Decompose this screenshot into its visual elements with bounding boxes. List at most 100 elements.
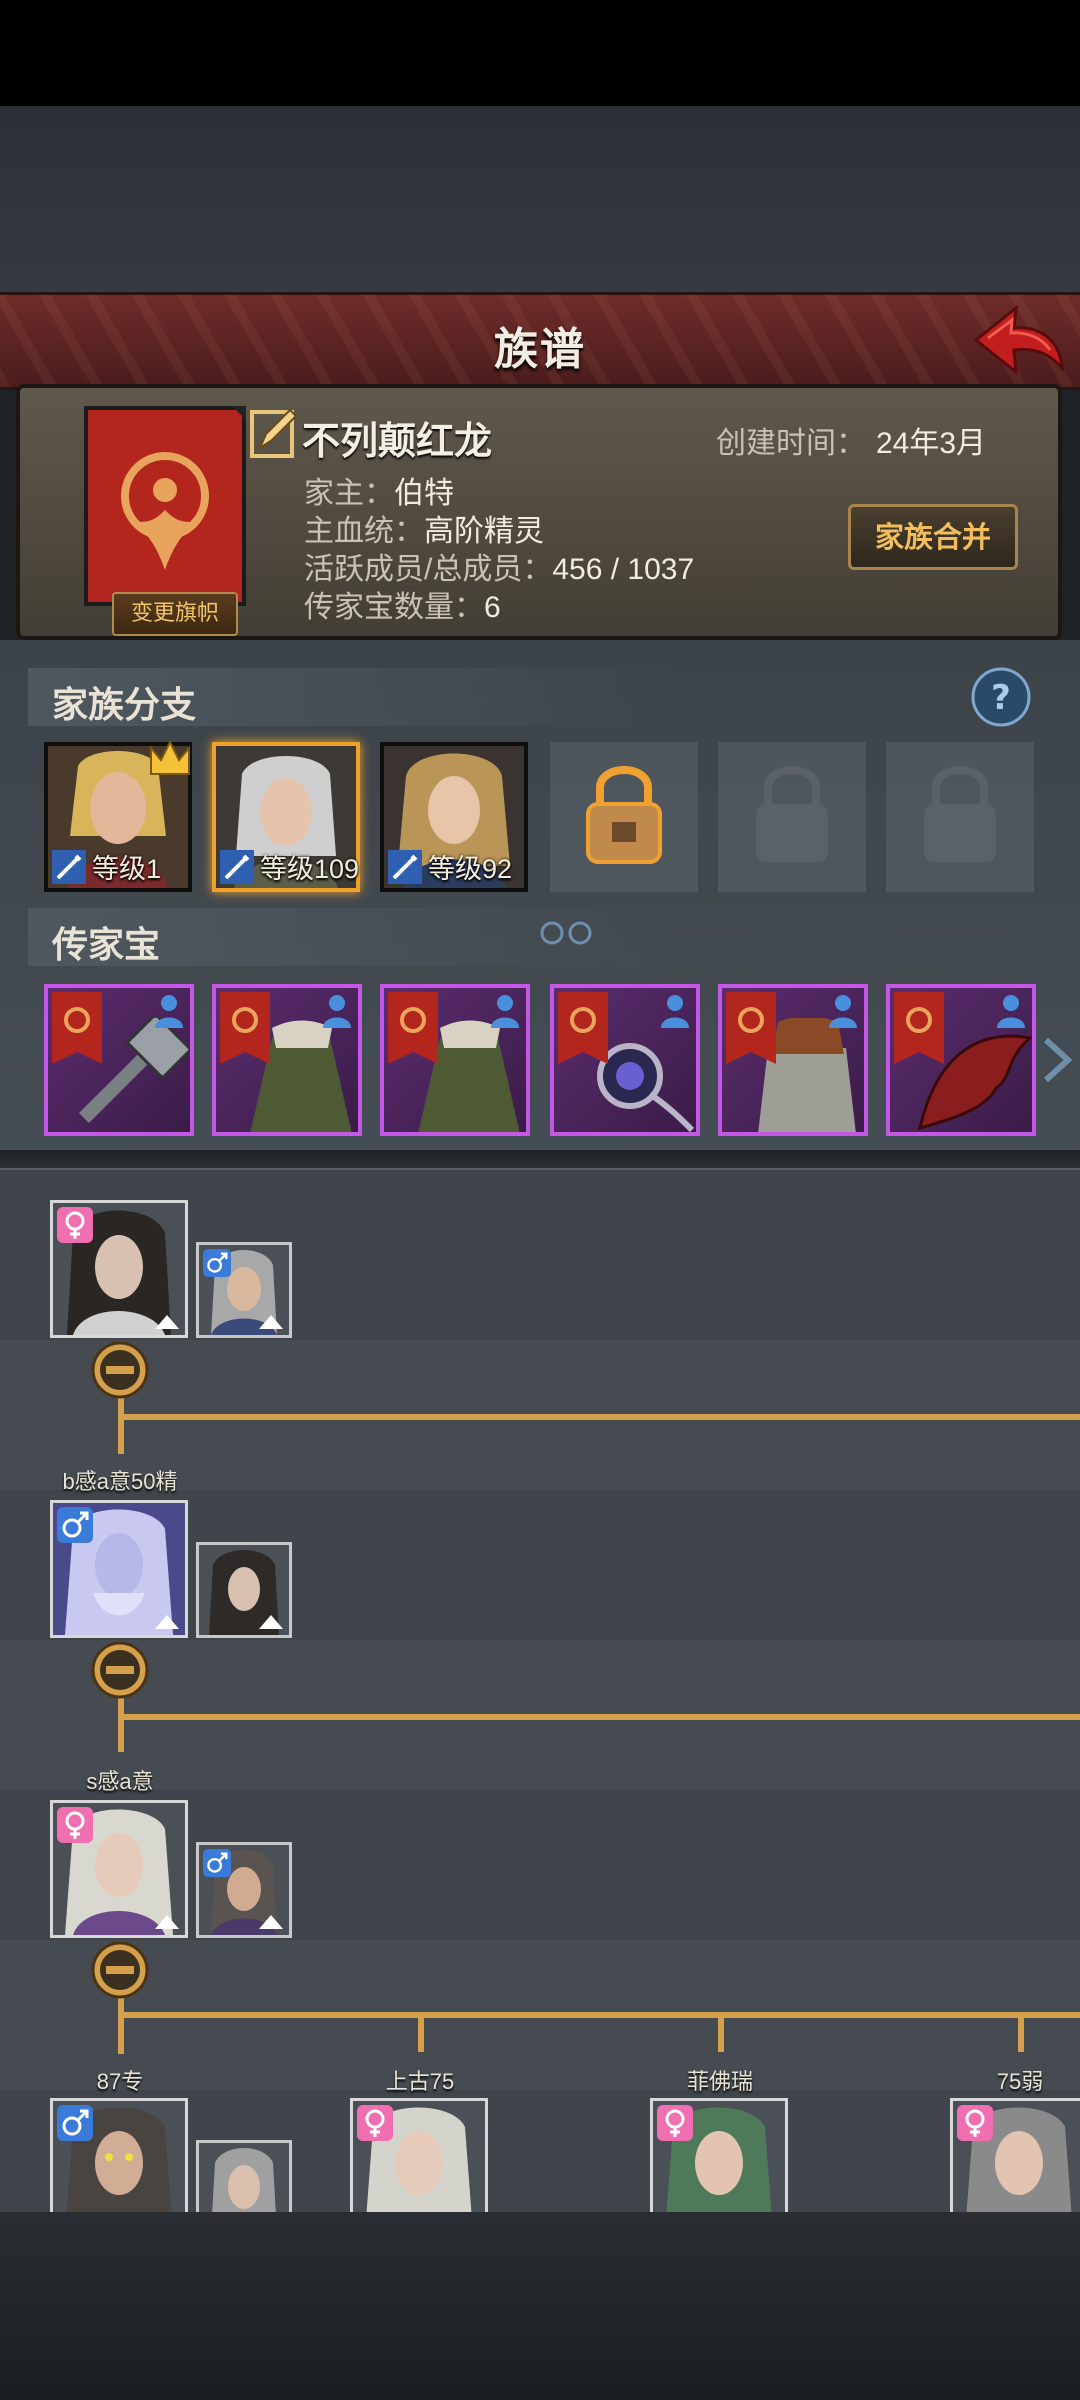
child-portrait[interactable] xyxy=(650,2098,788,2212)
tree-top-divider xyxy=(0,1150,1080,1170)
family-flag[interactable] xyxy=(84,406,246,606)
created-value: 24年3月 xyxy=(876,427,987,460)
female-gender-icon xyxy=(357,2105,393,2141)
page-title: 族谱 xyxy=(494,325,586,374)
bottom-bar xyxy=(0,2212,1080,2400)
family-flag-icon xyxy=(388,992,438,1064)
male-gender-icon xyxy=(203,1849,231,1877)
change-flag-button[interactable]: 变更旗帜 xyxy=(112,592,238,636)
scroll-right-arrow-icon[interactable] xyxy=(1040,1036,1072,1084)
branch-slot-4-unlockable[interactable] xyxy=(550,742,698,892)
rank-icon xyxy=(259,1315,283,1329)
rank-icon xyxy=(155,1915,179,1929)
person-icon xyxy=(155,995,183,1028)
heirlooms-title: 传家宝 xyxy=(52,924,161,965)
branch-slot-3[interactable]: 等级92 xyxy=(380,742,528,892)
spouse-portrait[interactable] xyxy=(196,2140,292,2212)
child-name: 75弱 xyxy=(996,2069,1044,2094)
male-gender-icon xyxy=(57,1507,93,1543)
member-portrait[interactable] xyxy=(50,1200,188,1338)
heirloom-count-value: 6 xyxy=(484,591,501,624)
heirloom-count-label: 传家宝数量： xyxy=(304,591,484,624)
family-flag-icon xyxy=(894,992,944,1064)
member-name: s感a意 xyxy=(86,1769,154,1794)
branch-slot-5-locked xyxy=(718,742,866,892)
svg-text:?: ? xyxy=(991,678,1011,718)
branch-slot-2[interactable]: 等级109 xyxy=(212,742,360,892)
child-name: 87专 xyxy=(96,2069,144,2094)
child-portrait[interactable] xyxy=(350,2098,488,2212)
female-gender-icon xyxy=(57,1207,93,1243)
branches-header: 家族分支 xyxy=(28,668,678,726)
tree-connector xyxy=(118,1414,1080,1420)
title-banner: 族谱 xyxy=(0,292,1080,390)
female-gender-icon xyxy=(57,1807,93,1843)
child-name: 上古75 xyxy=(385,2069,455,2094)
member-name: b感a意50精 xyxy=(62,1469,178,1494)
leader-crown-icon xyxy=(150,739,190,775)
collapse-branch-icon[interactable] xyxy=(90,1940,150,2000)
family-tree[interactable]: b感a意50精 s感a意 87专 上古75 菲佛瑞 75弱 xyxy=(0,1150,1080,2212)
family-flag-icon xyxy=(726,992,776,1064)
person-icon xyxy=(661,995,689,1028)
child-portrait[interactable] xyxy=(50,2098,188,2212)
person-icon xyxy=(323,995,351,1028)
branch-slot-6-locked xyxy=(886,742,1034,892)
tree-connector xyxy=(1018,2012,1024,2052)
child-portrait[interactable] xyxy=(950,2098,1080,2212)
back-arrow-icon[interactable] xyxy=(968,300,1068,380)
sword-icon xyxy=(52,850,86,884)
heirloom-6[interactable] xyxy=(886,984,1036,1136)
unlock-lock-icon xyxy=(586,766,662,864)
rank-icon xyxy=(259,1615,283,1629)
family-emblem-icon xyxy=(121,452,209,570)
tree-connector xyxy=(118,1714,1080,1720)
tree-connector xyxy=(118,2012,1080,2018)
heirloom-4[interactable] xyxy=(550,984,700,1136)
members-value: 456 / 1037 xyxy=(552,553,695,586)
heirloom-2[interactable] xyxy=(212,984,362,1136)
heirloom-3[interactable] xyxy=(380,984,530,1136)
person-icon xyxy=(491,995,519,1028)
branch-level: 等级1 xyxy=(92,854,162,884)
rank-icon xyxy=(155,1615,179,1629)
tree-connector xyxy=(418,2012,424,2052)
family-flag-icon xyxy=(52,992,102,1064)
heirloom-5[interactable] xyxy=(718,984,868,1136)
help-icon[interactable]: ? xyxy=(970,666,1032,728)
spouse-portrait[interactable] xyxy=(196,1542,292,1638)
branch-level: 等级109 xyxy=(260,854,360,884)
person-icon xyxy=(997,995,1025,1028)
member-portrait[interactable] xyxy=(50,1500,188,1638)
sword-icon xyxy=(220,850,254,884)
child-name: 菲佛瑞 xyxy=(686,2069,753,2094)
spouse-portrait[interactable] xyxy=(196,1242,292,1338)
heirloom-count-row: 传家宝数量：6 xyxy=(304,582,501,626)
lock-icon xyxy=(756,766,828,862)
top-background xyxy=(0,106,1080,292)
branches-title: 家族分支 xyxy=(52,684,197,725)
tree-connector xyxy=(718,2012,724,2052)
page-indicator-icon xyxy=(540,921,592,945)
family-name: 不列颠红龙 xyxy=(302,421,493,463)
rank-icon xyxy=(259,1915,283,1929)
collapse-branch-icon[interactable] xyxy=(90,1340,150,1400)
member-portrait[interactable] xyxy=(50,1800,188,1938)
lock-icon xyxy=(924,766,996,862)
sword-icon xyxy=(388,850,422,884)
branch-level: 等级92 xyxy=(428,854,513,884)
rank-icon xyxy=(155,1315,179,1329)
edit-name-icon[interactable] xyxy=(250,404,298,460)
person-icon xyxy=(829,995,857,1028)
status-bar xyxy=(0,0,1080,106)
heirloom-1[interactable] xyxy=(44,984,194,1136)
male-gender-icon xyxy=(57,2105,93,2141)
family-flag-icon xyxy=(558,992,608,1064)
collapse-branch-icon[interactable] xyxy=(90,1640,150,1700)
spouse-portrait[interactable] xyxy=(196,1842,292,1938)
female-gender-icon xyxy=(957,2105,993,2141)
created-label: 创建时间： xyxy=(716,427,866,460)
female-gender-icon xyxy=(657,2105,693,2141)
family-merge-button[interactable]: 家族合并 xyxy=(848,504,1018,570)
male-gender-icon xyxy=(203,1249,231,1277)
